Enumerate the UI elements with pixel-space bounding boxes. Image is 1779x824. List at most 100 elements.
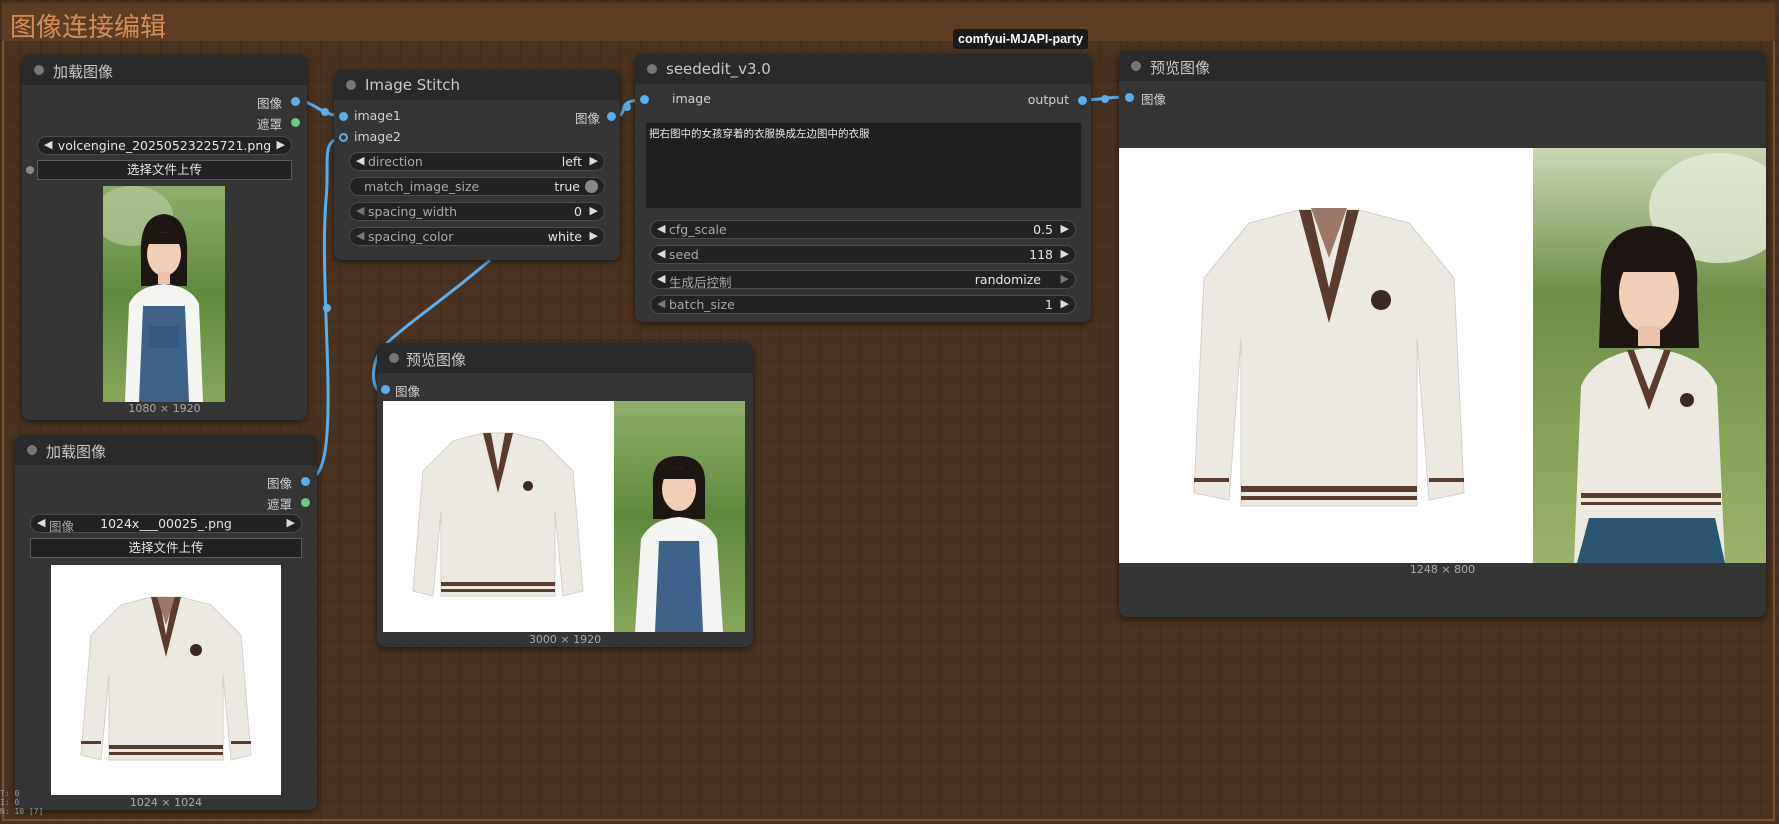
load-image-node-2[interactable]: 加载图像 图像 遮罩 ◀ 图像 1024x___00025_.png ▶ 选择文… bbox=[15, 435, 317, 810]
upload-button[interactable]: 选择文件上传 bbox=[30, 538, 302, 558]
collapse-dot-icon[interactable] bbox=[346, 80, 356, 90]
wire-reroute-3 bbox=[623, 103, 631, 111]
widget-value: 0.5 bbox=[1033, 222, 1053, 237]
control-after-generate-select[interactable]: ◀ 生成后控制 randomize ▶ bbox=[650, 270, 1076, 290]
node-title: 加载图像 bbox=[46, 443, 107, 461]
edited-preview-image bbox=[1119, 148, 1766, 563]
image-dimensions: 3000 × 1920 bbox=[528, 633, 602, 646]
node-title: seededit_v3.0 bbox=[666, 60, 771, 78]
prompt-textarea[interactable]: 把右图中的女孩穿着的衣服换成左边图中的衣服 bbox=[645, 122, 1082, 209]
widget-value: white bbox=[547, 229, 582, 244]
canvas-status: T: 0 I: 0 N: 10 [7] bbox=[0, 789, 43, 816]
output-slot-output[interactable] bbox=[1078, 96, 1087, 105]
preview-image-node-1[interactable]: 预览图像 图像 3000 × 1920 bbox=[377, 343, 753, 647]
status-line-1: T: 0 bbox=[0, 789, 20, 798]
upload-button[interactable]: 选择文件上传 bbox=[37, 160, 292, 180]
arrow-left-icon[interactable]: ◀ bbox=[356, 154, 364, 167]
collapse-dot-icon[interactable] bbox=[1131, 61, 1141, 71]
cfg-scale-stepper[interactable]: ◀ cfg_scale 0.5 ▶ bbox=[650, 220, 1076, 239]
seed-stepper[interactable]: ◀ seed 118 ▶ bbox=[650, 245, 1076, 264]
input-slot-image1[interactable] bbox=[339, 112, 348, 121]
node-title: 预览图像 bbox=[406, 351, 467, 369]
arrow-right-icon[interactable]: ▶ bbox=[1061, 297, 1069, 310]
arrow-right-icon[interactable]: ▶ bbox=[1061, 222, 1069, 235]
node-title: 加载图像 bbox=[53, 63, 114, 81]
output-label-image: 图像 bbox=[256, 96, 282, 111]
widget-value: left bbox=[561, 154, 582, 169]
toggle-knob-icon[interactable] bbox=[585, 180, 598, 193]
collapse-dot-icon[interactable] bbox=[647, 64, 657, 74]
arrow-left-icon[interactable]: ◀ bbox=[657, 222, 665, 235]
image-stitch-node[interactable]: Image Stitch image1 image2 图像 ◀ directio… bbox=[334, 70, 620, 260]
widget-label: direction bbox=[368, 154, 423, 169]
arrow-left-icon[interactable]: ◀ bbox=[657, 297, 665, 310]
input-label-image: 图像 bbox=[395, 384, 421, 399]
arrow-right-icon[interactable]: ▶ bbox=[590, 229, 598, 242]
match-image-size-toggle[interactable]: match_image_size true bbox=[349, 177, 605, 196]
output-label-mask: 遮罩 bbox=[266, 497, 292, 512]
arrow-right-icon[interactable]: ▶ bbox=[1061, 247, 1069, 260]
node-title: 预览图像 bbox=[1150, 59, 1211, 77]
preview-image-node-2[interactable]: 预览图像 图像 1248 × 800 bbox=[1119, 51, 1766, 617]
input-slot-image2[interactable] bbox=[339, 133, 348, 142]
widget-value: randomize bbox=[974, 272, 1041, 287]
seededit-node[interactable]: seededit_v3.0 image output 把右图中的女孩穿着的衣服换… bbox=[635, 54, 1091, 322]
image-dimensions: 1080 × 1920 bbox=[128, 402, 201, 415]
arrow-right-icon[interactable]: ▶ bbox=[1061, 272, 1069, 285]
arrow-left-icon[interactable]: ◀ bbox=[657, 247, 665, 260]
arrow-left-icon[interactable]: ◀ bbox=[356, 229, 364, 242]
spacing-color-select[interactable]: ◀ spacing_color white ▶ bbox=[349, 227, 605, 246]
node-tooltip: comfyui-MJAPI-party bbox=[953, 29, 1089, 49]
spacing-width-stepper[interactable]: ◀ spacing_width 0 ▶ bbox=[349, 202, 605, 221]
image-file-value: 1024x___00025_.png bbox=[100, 516, 232, 531]
image-preview-girl bbox=[103, 186, 225, 402]
node-header[interactable] bbox=[1119, 51, 1766, 81]
image-preview-sweater bbox=[51, 565, 281, 795]
widget-label: match_image_size bbox=[364, 179, 480, 194]
input-slot-image[interactable] bbox=[640, 95, 649, 104]
input-slot-image[interactable] bbox=[381, 385, 390, 394]
arrow-left-icon[interactable]: ◀ bbox=[356, 204, 364, 217]
arrow-right-icon[interactable]: ▶ bbox=[277, 138, 285, 151]
input-label-image: 图像 bbox=[1141, 92, 1167, 107]
node-title: Image Stitch bbox=[365, 76, 460, 94]
arrow-right-icon[interactable]: ▶ bbox=[590, 204, 598, 217]
output-slot-image[interactable] bbox=[607, 112, 616, 121]
image-file-select[interactable]: ◀ volcengine_20250523225721.png ▶ bbox=[37, 136, 292, 155]
input-slot-image[interactable] bbox=[1125, 93, 1134, 102]
widget-value: 0 bbox=[574, 204, 582, 219]
widget-label: 生成后控制 bbox=[669, 275, 732, 290]
output-label-image: 图像 bbox=[574, 111, 600, 126]
widget-label: seed bbox=[669, 247, 699, 262]
output-label-mask: 遮罩 bbox=[256, 117, 282, 132]
arrow-left-icon[interactable]: ◀ bbox=[657, 272, 665, 285]
widget-label: spacing_color bbox=[368, 229, 454, 244]
collapse-dot-icon[interactable] bbox=[34, 65, 44, 75]
widget-value: 118 bbox=[1029, 247, 1053, 262]
output-slot-image[interactable] bbox=[301, 477, 310, 486]
collapse-dot-icon[interactable] bbox=[389, 353, 399, 363]
widget-value: 1 bbox=[1045, 297, 1053, 312]
output-label-output: output bbox=[1027, 92, 1069, 107]
arrow-right-icon[interactable]: ▶ bbox=[287, 516, 295, 529]
arrow-right-icon[interactable]: ▶ bbox=[590, 154, 598, 167]
direction-select[interactable]: ◀ direction left ▶ bbox=[349, 152, 605, 171]
output-slot-image[interactable] bbox=[291, 97, 300, 106]
input-label-image: image bbox=[672, 91, 711, 106]
status-line-3: N: 10 [7] bbox=[0, 807, 44, 816]
output-label-image: 图像 bbox=[266, 476, 292, 491]
wire-reroute-4 bbox=[1101, 95, 1109, 103]
widget-label: cfg_scale bbox=[669, 222, 727, 237]
load-image-node-1[interactable]: 加载图像 图像 遮罩 ◀ volcengine_20250523225721.p… bbox=[22, 55, 307, 420]
upload-input-slot[interactable] bbox=[26, 166, 34, 174]
input-label-image1: image1 bbox=[354, 108, 401, 123]
image-file-select[interactable]: ◀ 图像 1024x___00025_.png ▶ bbox=[30, 514, 302, 534]
image-dimensions: 1248 × 800 bbox=[1409, 563, 1476, 576]
wire-reroute-2 bbox=[323, 304, 331, 312]
output-slot-mask[interactable] bbox=[301, 498, 310, 507]
input-label-image2: image2 bbox=[354, 129, 401, 144]
batch-size-stepper[interactable]: ◀ batch_size 1 ▶ bbox=[650, 295, 1076, 314]
image-file-value: volcengine_20250523225721.png bbox=[57, 138, 272, 153]
collapse-dot-icon[interactable] bbox=[27, 445, 37, 455]
output-slot-mask[interactable] bbox=[291, 118, 300, 127]
